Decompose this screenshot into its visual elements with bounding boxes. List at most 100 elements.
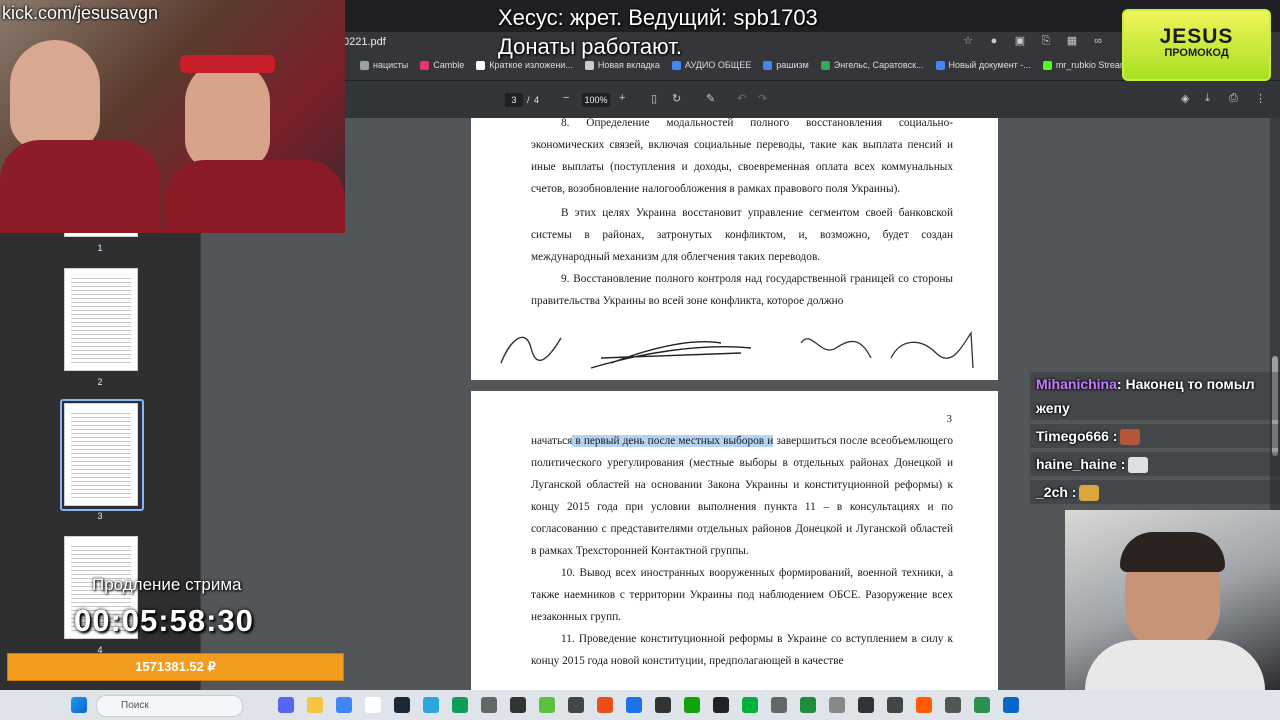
bookmark-label: Новый документ -... (948, 60, 1031, 70)
taskbar-app-icon[interactable] (1003, 697, 1019, 713)
extension-icon[interactable]: ● (988, 35, 1000, 47)
taskbar-app-icon[interactable] (597, 697, 613, 713)
bookmark-item[interactable]: Новая вкладка (584, 60, 660, 70)
bookmark-item[interactable]: Краткое изложени... (476, 60, 573, 70)
chat-message: haine_haine : (1030, 452, 1280, 476)
bookmark-favicon-icon (360, 60, 369, 70)
stream-title-line: Хесус: жрет. Ведущий: spb1703 (498, 5, 818, 30)
taskbar-app-icon[interactable] (684, 697, 700, 713)
chat-message: Mihanichina: Наконец то помыл жепу (1030, 372, 1280, 420)
bookmark-favicon-icon (584, 60, 594, 70)
bookmark-label: рашизм (776, 60, 809, 70)
channel-handle: kick.com/jesusavgn (2, 3, 159, 23)
zoom-in-icon[interactable]: + (619, 92, 625, 104)
bookmark-label: Краткое изложени... (489, 60, 573, 70)
windows-start-icon[interactable] (71, 697, 87, 713)
chat-username[interactable]: Mihanichina (1036, 376, 1117, 392)
bookmark-item[interactable]: Camble (420, 60, 464, 70)
signatures-image (500, 331, 974, 369)
annotate-icon[interactable]: ✎ (706, 92, 715, 105)
more-menu-icon[interactable]: ⋮ (1255, 92, 1266, 105)
thumbnail-page-2[interactable] (64, 268, 138, 371)
taskbar-app-icon[interactable] (858, 697, 874, 713)
selected-text[interactable]: в первый день после местных выборов и (572, 435, 774, 447)
webcam-overlay-streamer (1065, 510, 1280, 690)
zoom-input[interactable]: 100% (582, 93, 610, 107)
chat-emote-icon (1120, 429, 1141, 446)
paragraph: 10. Вывод всех иностранных вооруженных ф… (531, 567, 953, 623)
zoom-out-icon[interactable]: − (563, 92, 569, 104)
bookmarks-list: нацисты Camble Краткое изложени... Новая вк… (360, 60, 1140, 70)
puzzle-icon[interactable]: ▣ (1014, 35, 1026, 47)
taskbar-app-icon[interactable] (945, 697, 961, 713)
taskbar-app-icon[interactable] (278, 697, 294, 713)
taskbar-app-icon[interactable] (771, 697, 787, 713)
thumbnail-label: 1 (97, 243, 103, 253)
timer-label: Продление стрима (92, 575, 242, 594)
fit-page-icon[interactable]: ▯ (651, 92, 657, 105)
taskbar-app-icon[interactable] (800, 697, 816, 713)
link-icon[interactable]: ∞ (1092, 35, 1104, 47)
download-icon[interactable]: ⤓ (1205, 92, 1210, 105)
taskbar-search[interactable]: Поиск (96, 695, 243, 717)
promo-badge: JESUS ПРОМОКОД (1122, 9, 1271, 81)
page-2-text: 8. Определение модальностей полного восс… (531, 112, 953, 312)
redo-icon[interactable]: ↷ (758, 92, 767, 105)
taskbar-app-icon[interactable] (539, 697, 555, 713)
taskbar-app-icon[interactable] (510, 697, 526, 713)
chat-username[interactable]: _2ch (1036, 484, 1068, 500)
pdf-page-2: 8. Определение модальностей полного восс… (471, 117, 998, 380)
taskbar-app-icon[interactable] (742, 697, 758, 713)
total-pages: 4 (534, 95, 540, 105)
webcam-overlay-hosts (0, 0, 345, 233)
taskbar-app-icon[interactable] (365, 697, 381, 713)
paragraph: 9. Восстановление полного контроля над г… (531, 273, 953, 307)
taskbar-app-icon[interactable] (394, 697, 410, 713)
paragraph: 8. Определение модальностей полного восс… (531, 117, 953, 195)
bookmark-item[interactable]: АУДИО ОБЩЕЕ (671, 60, 752, 70)
taskbar-app-icon[interactable] (626, 697, 642, 713)
taskbar-app-icon[interactable] (974, 697, 990, 713)
bookmark-favicon-icon (820, 60, 830, 70)
chat-message: Timego666 : (1030, 424, 1280, 448)
chat-username[interactable]: haine_haine (1036, 456, 1117, 472)
donation-total: 1571381.52 ₽ (7, 653, 344, 681)
chat-emote-icon (1128, 457, 1149, 474)
taskbar-app-icon[interactable] (307, 697, 323, 713)
grid-icon[interactable]: ▦ (1066, 35, 1078, 47)
rotate-icon[interactable]: ↻ (672, 92, 681, 105)
thumbnail-label: 3 (97, 511, 103, 521)
undo-icon[interactable]: ↶ (737, 92, 746, 105)
translate-icon[interactable]: ⎘ (1040, 35, 1052, 47)
taskbar-app-icon[interactable] (655, 697, 671, 713)
address-bar[interactable]: 0221.pdf (343, 36, 386, 48)
print-icon[interactable]: ⎙ (1229, 92, 1238, 105)
taskbar-app-icon[interactable] (829, 697, 845, 713)
search-placeholder: Поиск (121, 700, 149, 711)
bookmark-item[interactable]: рашизм (763, 60, 809, 70)
taskbar-app-icon[interactable] (336, 697, 352, 713)
text-span: начаться (531, 435, 573, 447)
taskbar-app-icon[interactable] (887, 697, 903, 713)
page-number-input[interactable]: 3 (505, 93, 523, 107)
stream-title: Хесус: жрет. Ведущий: spb1703 Донаты раб… (498, 3, 818, 61)
bookmark-item[interactable]: Новый документ -... (935, 60, 1031, 70)
taskbar-app-icon[interactable] (423, 697, 439, 713)
bookmark-favicon-icon (420, 60, 430, 70)
taskbar-app-icon[interactable] (452, 697, 468, 713)
taskbar-app-icon[interactable] (713, 697, 729, 713)
chat-username[interactable]: Timego666 (1036, 428, 1109, 444)
taskbar-app-icon[interactable] (481, 697, 497, 713)
chat-message: _2ch : (1030, 480, 1280, 504)
chat-text: : (1116, 456, 1126, 472)
bookmark-item[interactable]: нацисты (360, 60, 408, 70)
bookmark-star-icon[interactable]: ☆ (962, 35, 974, 47)
bookmark-item[interactable]: Энгельс, Саратовск... (820, 60, 924, 70)
ai-icon[interactable]: ◈ (1181, 92, 1189, 105)
taskbar-app-icon[interactable] (916, 697, 932, 713)
stream-title-line: Донаты работают. (498, 34, 682, 59)
bookmark-label: АУДИО ОБЩЕЕ (684, 60, 752, 70)
taskbar-app-icon[interactable] (568, 697, 584, 713)
thumbnail-page-3[interactable] (64, 403, 138, 506)
chat-text: : (1067, 484, 1077, 500)
